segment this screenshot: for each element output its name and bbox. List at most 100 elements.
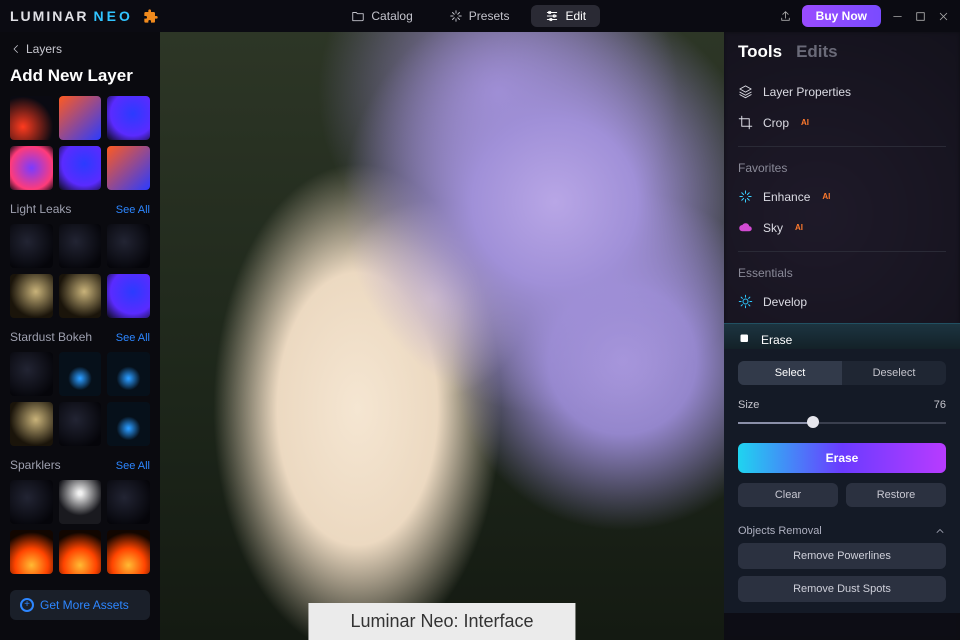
back-label: Layers — [26, 42, 62, 56]
section-label: Light Leaks — [10, 202, 71, 216]
layers-icon — [738, 84, 753, 99]
section-label: Sparklers — [10, 458, 61, 472]
top-right-controls: Buy Now — [779, 5, 950, 27]
layer-thumb[interactable] — [107, 146, 150, 190]
layer-thumb[interactable] — [107, 402, 150, 446]
tab-tools[interactable]: Tools — [738, 42, 782, 62]
crop-icon — [738, 115, 753, 130]
divider — [738, 251, 946, 252]
size-slider[interactable] — [738, 415, 946, 429]
tab-presets-label: Presets — [469, 9, 510, 23]
layer-thumb[interactable] — [59, 146, 102, 190]
get-more-label: Get More Assets — [40, 598, 129, 612]
tab-presets[interactable]: Presets — [435, 5, 524, 27]
see-all-link[interactable]: See All — [116, 332, 150, 344]
close-icon[interactable] — [937, 10, 950, 23]
layer-thumb[interactable] — [10, 96, 53, 140]
remove-dust-button[interactable]: Remove Dust Spots — [738, 576, 946, 602]
layer-thumb[interactable] — [10, 480, 53, 524]
tool-erase-block: Erase — [724, 323, 960, 349]
tool-label: Enhance — [763, 190, 810, 204]
select-deselect-segment: Select Deselect — [738, 361, 946, 385]
divider — [738, 146, 946, 147]
layer-thumb[interactable] — [107, 96, 150, 140]
layer-thumb[interactable] — [59, 224, 102, 268]
layer-thumb[interactable] — [107, 224, 150, 268]
tab-edits[interactable]: Edits — [796, 42, 838, 62]
share-icon[interactable] — [779, 10, 792, 23]
tool-enhance[interactable]: Enhance AI — [738, 181, 946, 212]
layer-thumb[interactable] — [10, 146, 53, 190]
sliders-icon — [545, 9, 559, 23]
layer-thumb[interactable] — [59, 530, 102, 574]
remove-powerlines-button[interactable]: Remove Powerlines — [738, 543, 946, 569]
ai-badge: AI — [801, 118, 809, 127]
brand-suffix: NEO — [94, 8, 133, 24]
brand-logo: LUMINAR NEO — [10, 8, 159, 24]
size-label: Size — [738, 399, 759, 411]
essentials-heading: Essentials — [738, 266, 946, 280]
tool-develop[interactable]: Develop — [738, 286, 946, 317]
layer-thumb[interactable] — [10, 530, 53, 574]
left-panel: Layers Add New Layer Light Leaks See All — [0, 32, 160, 640]
folder-icon — [351, 9, 365, 23]
canvas-image — [160, 32, 724, 640]
erase-action-button[interactable]: Erase — [738, 443, 946, 473]
layer-thumb[interactable] — [59, 480, 102, 524]
tool-label: Erase — [761, 333, 792, 347]
tool-crop[interactable]: Crop AI — [738, 107, 946, 138]
chevron-left-icon — [10, 43, 22, 55]
buy-now-button[interactable]: Buy Now — [802, 5, 881, 27]
right-panel: Tools Edits Layer Properties Crop AI Fav… — [724, 32, 960, 640]
layer-thumb[interactable] — [10, 402, 53, 446]
layer-thumb[interactable] — [59, 352, 102, 396]
see-all-link[interactable]: See All — [116, 460, 150, 472]
slider-knob[interactable] — [807, 416, 819, 428]
layer-thumb[interactable] — [10, 352, 53, 396]
top-tabs: Catalog Presets Edit — [159, 5, 779, 27]
layer-thumb[interactable] — [10, 274, 53, 318]
objects-removal-header[interactable]: Objects Removal — [738, 519, 946, 543]
top-bar: LUMINAR NEO Catalog Presets Edit Buy Now — [0, 0, 960, 32]
minimize-icon[interactable] — [891, 10, 904, 23]
tab-edit[interactable]: Edit — [531, 5, 600, 27]
add-layer-heading: Add New Layer — [10, 66, 150, 86]
favorites-heading: Favorites — [738, 161, 946, 175]
restore-button[interactable]: Restore — [846, 483, 946, 507]
layer-thumb[interactable] — [107, 480, 150, 524]
chevron-up-icon — [934, 525, 946, 537]
layer-thumb[interactable] — [107, 352, 150, 396]
layer-thumb[interactable] — [10, 224, 53, 268]
tool-label: Sky — [763, 221, 783, 235]
layer-thumb[interactable] — [59, 402, 102, 446]
caption-overlay: Luminar Neo: Interface — [308, 603, 575, 640]
tool-label: Layer Properties — [763, 85, 851, 99]
tool-erase-header[interactable]: Erase — [738, 332, 946, 347]
see-all-link[interactable]: See All — [116, 204, 150, 216]
plus-circle-icon: + — [20, 598, 34, 612]
sun-icon — [738, 294, 753, 309]
sparkle-icon — [449, 9, 463, 23]
tab-catalog-label: Catalog — [371, 9, 412, 23]
get-more-assets-button[interactable]: + Get More Assets — [10, 590, 150, 620]
section-head-sparklers: Sparklers See All — [10, 458, 150, 472]
layer-thumb[interactable] — [59, 274, 102, 318]
enhance-icon — [738, 189, 753, 204]
objects-removal-label: Objects Removal — [738, 525, 822, 537]
tool-label: Crop — [763, 116, 789, 130]
back-to-layers[interactable]: Layers — [10, 42, 150, 56]
layer-thumb[interactable] — [107, 530, 150, 574]
canvas[interactable]: 26% Actions Luminar Neo: Interface — [160, 32, 724, 640]
layer-thumb[interactable] — [107, 274, 150, 318]
tool-layer-properties[interactable]: Layer Properties — [738, 76, 946, 107]
tab-catalog[interactable]: Catalog — [337, 5, 426, 27]
extensions-icon[interactable] — [143, 8, 159, 24]
maximize-icon[interactable] — [914, 10, 927, 23]
select-button[interactable]: Select — [738, 361, 842, 385]
erase-controls: Select Deselect Size 76 Erase Clear Rest… — [724, 349, 960, 613]
deselect-button[interactable]: Deselect — [842, 361, 946, 385]
size-value: 76 — [934, 399, 946, 411]
clear-button[interactable]: Clear — [738, 483, 838, 507]
layer-thumb[interactable] — [59, 96, 102, 140]
tool-sky[interactable]: Sky AI — [738, 212, 946, 243]
